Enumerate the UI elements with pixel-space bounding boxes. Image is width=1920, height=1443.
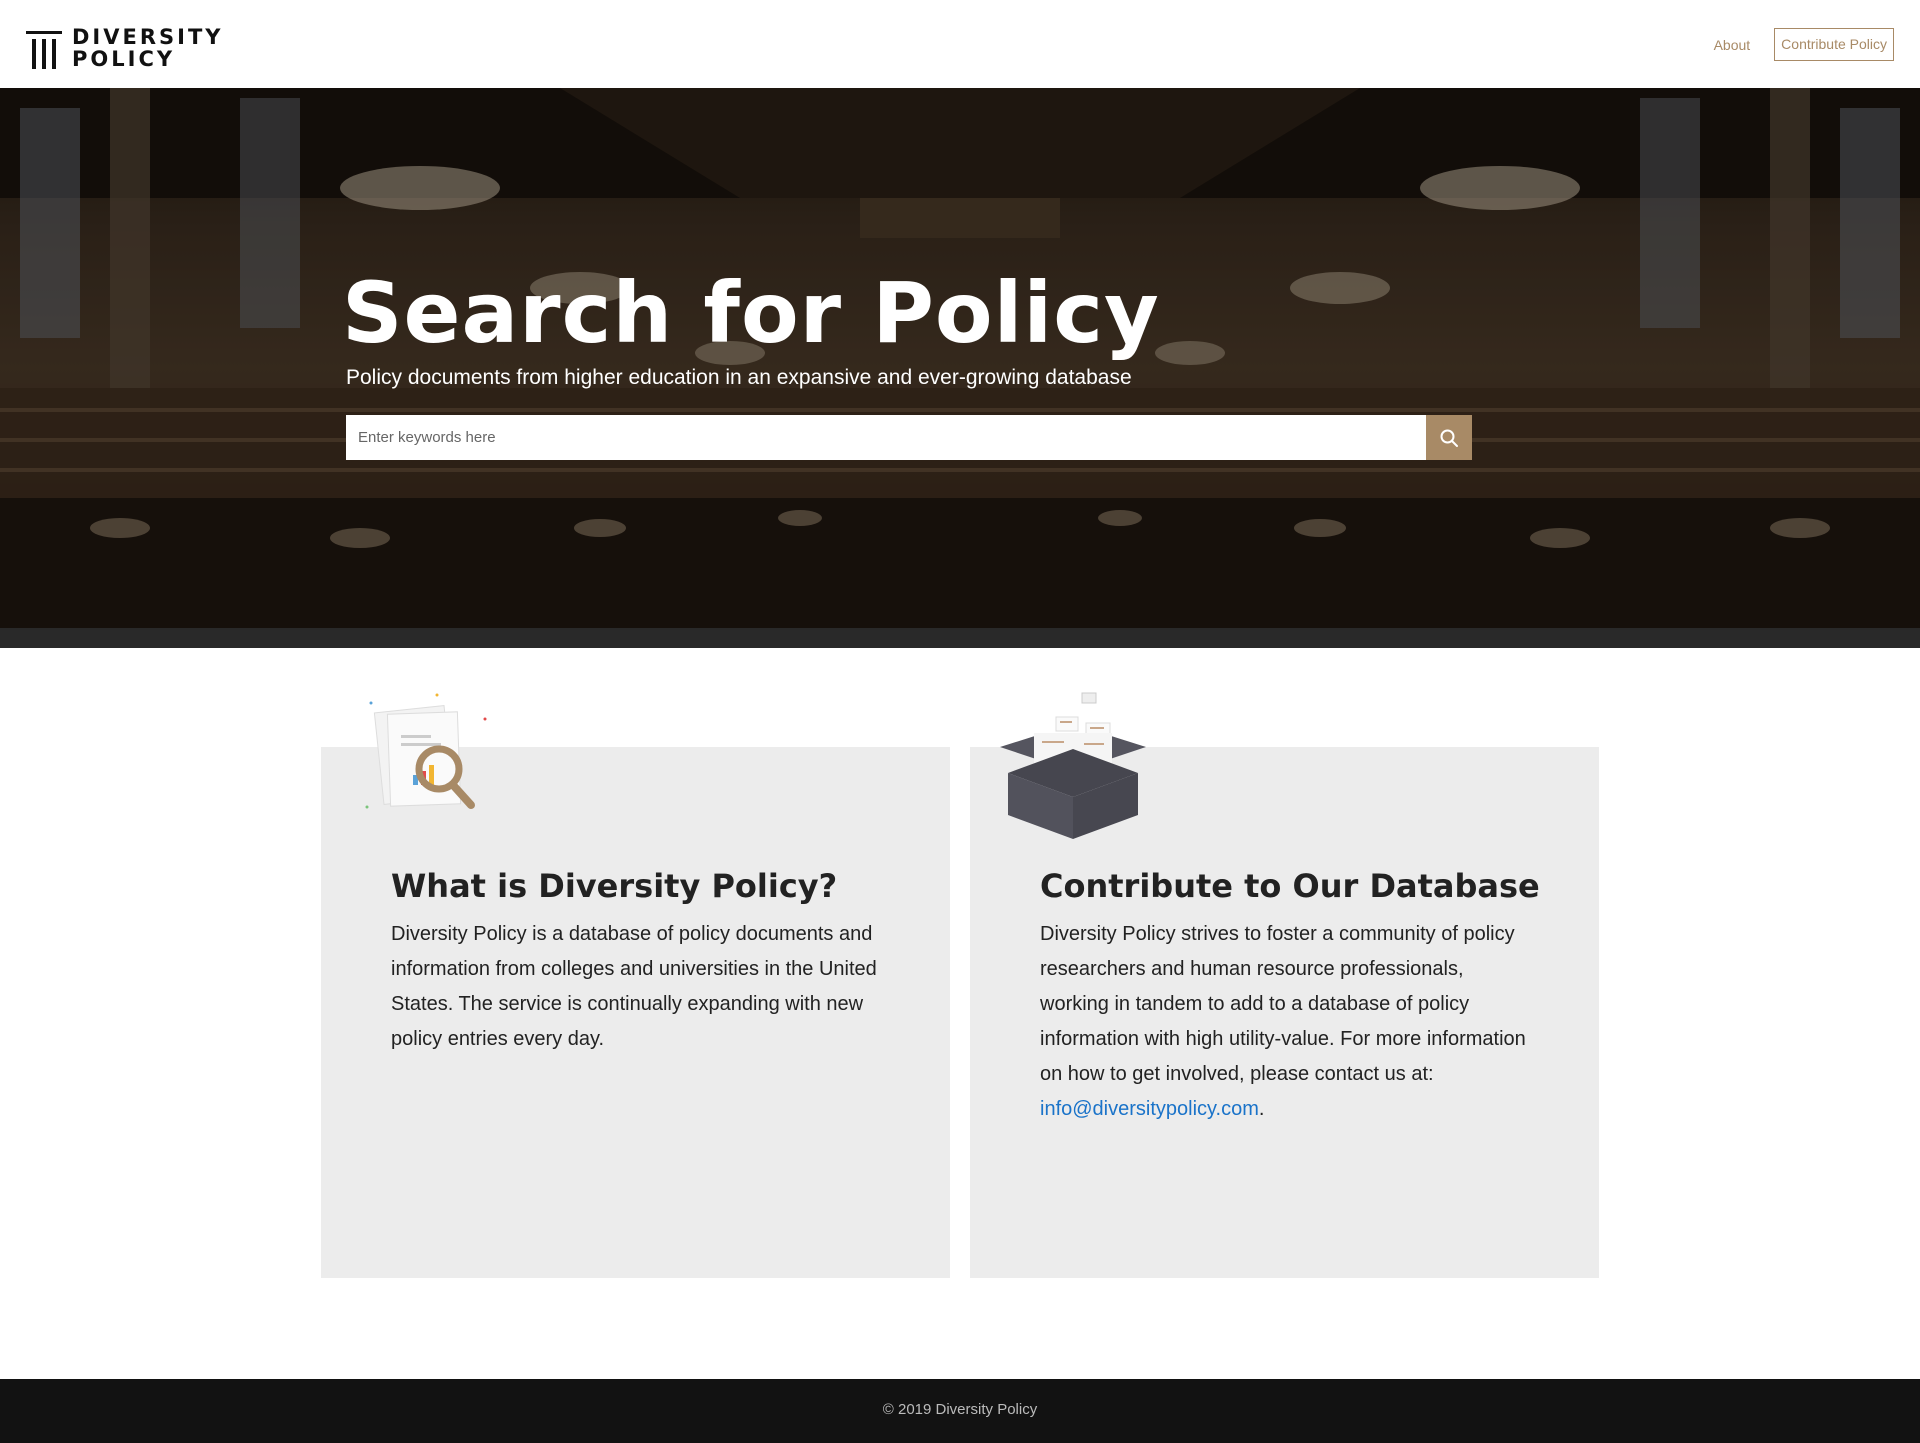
contribute-card-text: Diversity Policy strives to foster a com… <box>1040 917 1530 1127</box>
open-box-icon <box>1000 692 1146 839</box>
contribute-card: Contribute to Our Database Diversity Pol… <box>970 692 1599 1278</box>
site-header: DIVERSITY POLICY About Contribute Policy <box>0 0 1920 88</box>
contribute-card-title: Contribute to Our Database <box>1040 867 1540 905</box>
search-bar <box>346 415 1472 460</box>
logo-line-2: POLICY <box>72 47 176 71</box>
logo[interactable]: DIVERSITY POLICY <box>26 26 223 70</box>
about-card: What is Diversity Policy? Diversity Poli… <box>321 693 950 1278</box>
top-nav: About Contribute Policy <box>1714 28 1894 61</box>
contribute-card-text-end: . <box>1258 1098 1265 1120</box>
search-button[interactable] <box>1426 415 1472 460</box>
hero-title: Search for Policy <box>342 264 1160 362</box>
footer-copyright: © 2019 Diversity Policy <box>882 1401 1038 1418</box>
contribute-card-text-body: Diversity Policy strives to foster a com… <box>1040 923 1526 1085</box>
logo-text: DIVERSITY POLICY <box>72 26 223 70</box>
pillar-logo-icon <box>26 27 62 69</box>
about-card-title: What is Diversity Policy? <box>391 867 838 905</box>
search-input[interactable] <box>346 415 1426 460</box>
contact-email-link[interactable]: info@diversitypolicy.com <box>1040 1098 1259 1120</box>
hero-subtitle: Policy documents from higher education i… <box>346 366 1132 389</box>
search-icon <box>1440 429 1458 447</box>
document-magnifier-icon <box>365 693 487 809</box>
nav-about-link[interactable]: About <box>1714 37 1751 53</box>
about-card-text: Diversity Policy is a database of policy… <box>391 923 877 1050</box>
nav-contribute-button[interactable]: Contribute Policy <box>1774 28 1894 61</box>
hero-banner: Search for Policy Policy documents from … <box>0 88 1920 648</box>
logo-line-1: DIVERSITY <box>72 25 224 49</box>
site-footer: © 2019 Diversity Policy <box>0 1379 1920 1443</box>
